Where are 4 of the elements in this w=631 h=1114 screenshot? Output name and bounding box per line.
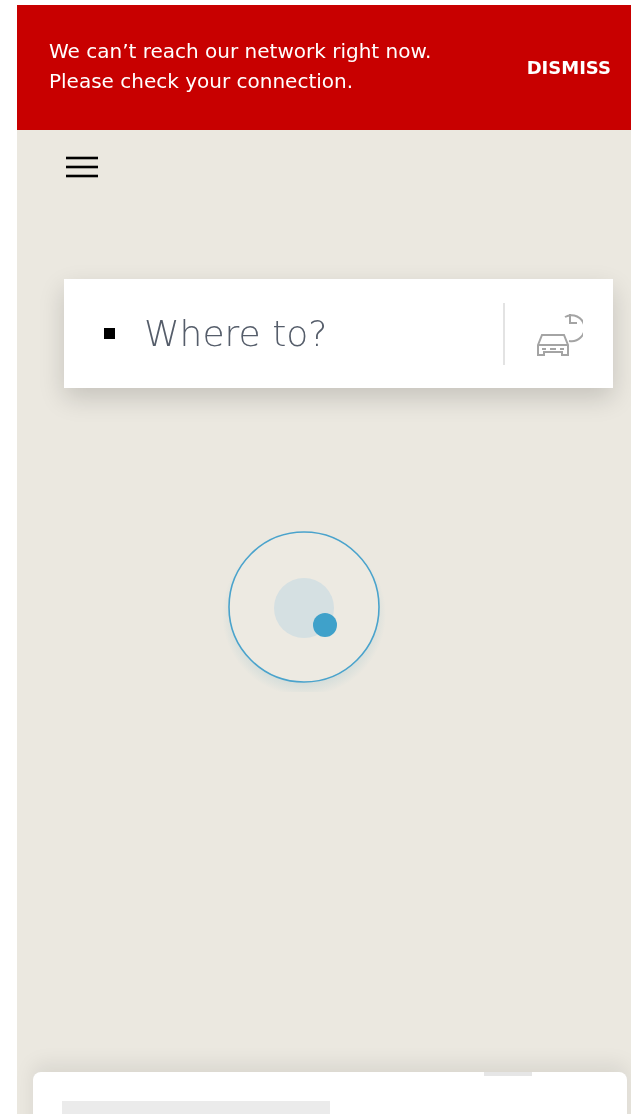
dismiss-button[interactable]: DISMISS xyxy=(526,53,611,82)
destination-square-icon xyxy=(104,328,115,339)
sheet-handle[interactable] xyxy=(484,1072,532,1076)
network-error-message: We can’t reach our network right now. Please check your connection. xyxy=(49,37,432,95)
